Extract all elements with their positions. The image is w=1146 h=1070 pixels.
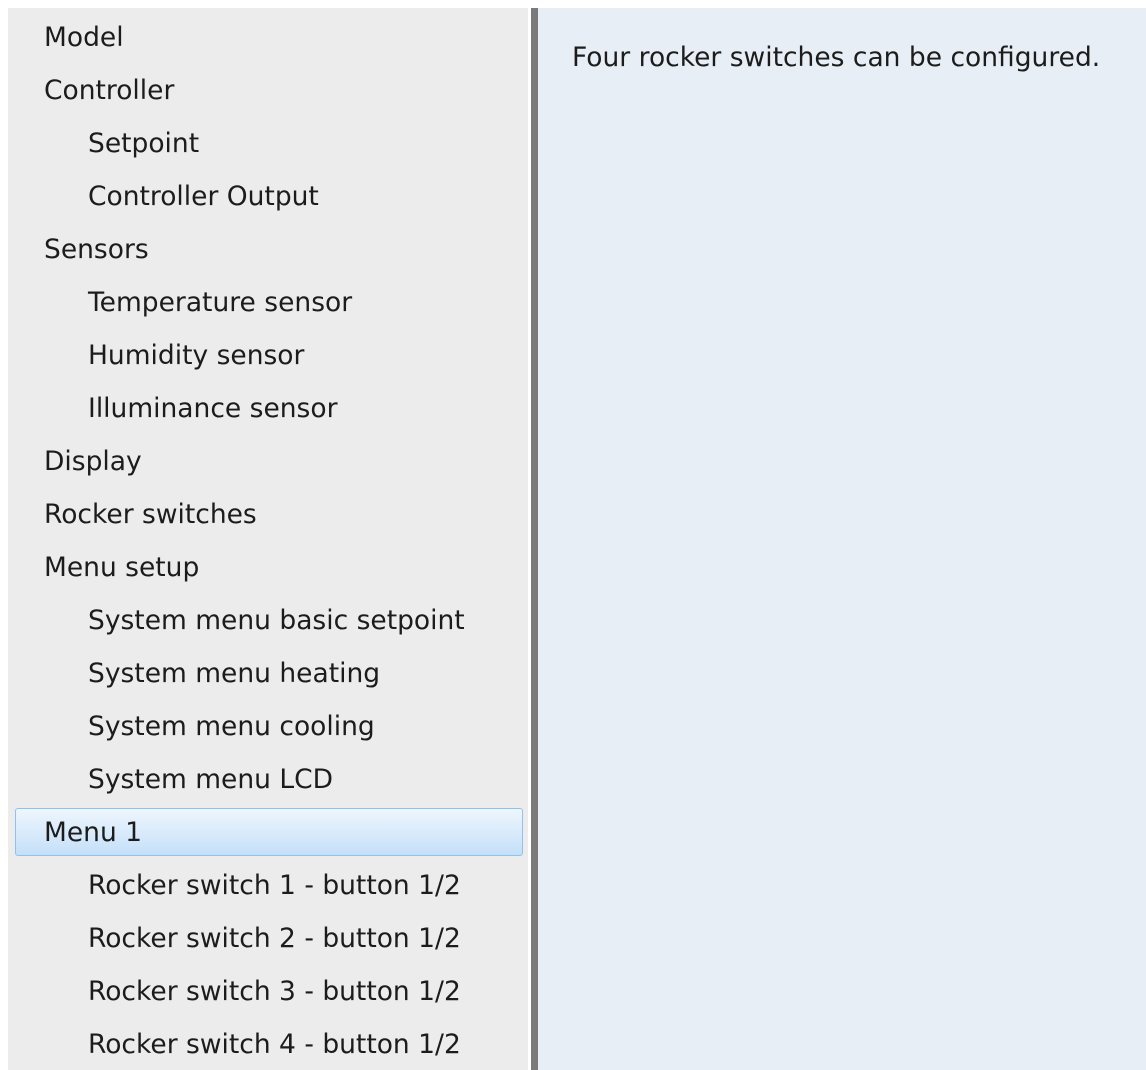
nav-item-label: System menu heating bbox=[88, 658, 381, 689]
nav-item-label: Rocker switch 4 - button 1/2 bbox=[88, 1029, 461, 1060]
nav-item-rocker-switch-1[interactable]: Rocker switch 1 - button 1/2 bbox=[8, 859, 528, 912]
navigation-tree: Model Controller Setpoint Controller Out… bbox=[8, 11, 528, 1070]
nav-item-label: Temperature sensor bbox=[88, 287, 353, 318]
nav-item-system-menu-basic-setpoint[interactable]: System menu basic setpoint bbox=[8, 594, 528, 647]
nav-item-label: Menu 1 bbox=[44, 817, 143, 848]
nav-item-humidity-sensor[interactable]: Humidity sensor bbox=[8, 329, 528, 382]
nav-item-label: Sensors bbox=[44, 234, 149, 265]
nav-item-label: Rocker switch 2 - button 1/2 bbox=[88, 923, 461, 954]
nav-item-label: Rocker switches bbox=[44, 499, 257, 530]
nav-item-temperature-sensor[interactable]: Temperature sensor bbox=[8, 276, 528, 329]
nav-item-label: Rocker switch 3 - button 1/2 bbox=[88, 976, 461, 1007]
parameter-window: Model Controller Setpoint Controller Out… bbox=[0, 0, 1146, 1070]
nav-item-label: Controller bbox=[44, 75, 175, 106]
nav-item-controller-output[interactable]: Controller Output bbox=[8, 170, 528, 223]
nav-item-label: Display bbox=[44, 446, 142, 477]
nav-item-label: Menu setup bbox=[44, 552, 200, 583]
nav-item-model[interactable]: Model bbox=[8, 11, 528, 64]
nav-item-label: Humidity sensor bbox=[88, 340, 305, 371]
content-pane: Four rocker switches can be configured. bbox=[538, 8, 1146, 1070]
nav-item-label: System menu basic setpoint bbox=[88, 605, 465, 636]
nav-item-label: Illuminance sensor bbox=[88, 393, 338, 424]
nav-item-label: Controller Output bbox=[88, 181, 319, 212]
navigation-sidebar: Model Controller Setpoint Controller Out… bbox=[8, 8, 528, 1070]
nav-item-label: Model bbox=[44, 22, 124, 53]
nav-item-display[interactable]: Display bbox=[8, 435, 528, 488]
nav-item-controller[interactable]: Controller bbox=[8, 64, 528, 117]
nav-item-sensors[interactable]: Sensors bbox=[8, 223, 528, 276]
nav-item-menu-setup[interactable]: Menu setup bbox=[8, 541, 528, 594]
nav-item-label: System menu LCD bbox=[88, 764, 334, 795]
nav-item-setpoint[interactable]: Setpoint bbox=[8, 117, 528, 170]
nav-item-rocker-switch-3[interactable]: Rocker switch 3 - button 1/2 bbox=[8, 965, 528, 1018]
page-description: Four rocker switches can be configured. bbox=[572, 42, 1101, 73]
pane-splitter[interactable] bbox=[531, 8, 538, 1070]
nav-item-label: System menu cooling bbox=[88, 711, 375, 742]
nav-item-rocker-switches[interactable]: Rocker switches bbox=[8, 488, 528, 541]
nav-item-system-menu-cooling[interactable]: System menu cooling bbox=[8, 700, 528, 753]
nav-item-rocker-switch-2[interactable]: Rocker switch 2 - button 1/2 bbox=[8, 912, 528, 965]
nav-item-illuminance-sensor[interactable]: Illuminance sensor bbox=[8, 382, 528, 435]
nav-item-rocker-switch-4[interactable]: Rocker switch 4 - button 1/2 bbox=[8, 1018, 528, 1070]
nav-item-label: Setpoint bbox=[88, 128, 200, 159]
nav-item-system-menu-heating[interactable]: System menu heating bbox=[8, 647, 528, 700]
nav-item-menu-1[interactable]: Menu 1 bbox=[8, 806, 528, 859]
nav-item-label: Rocker switch 1 - button 1/2 bbox=[88, 870, 461, 901]
nav-item-system-menu-lcd[interactable]: System menu LCD bbox=[8, 753, 528, 806]
